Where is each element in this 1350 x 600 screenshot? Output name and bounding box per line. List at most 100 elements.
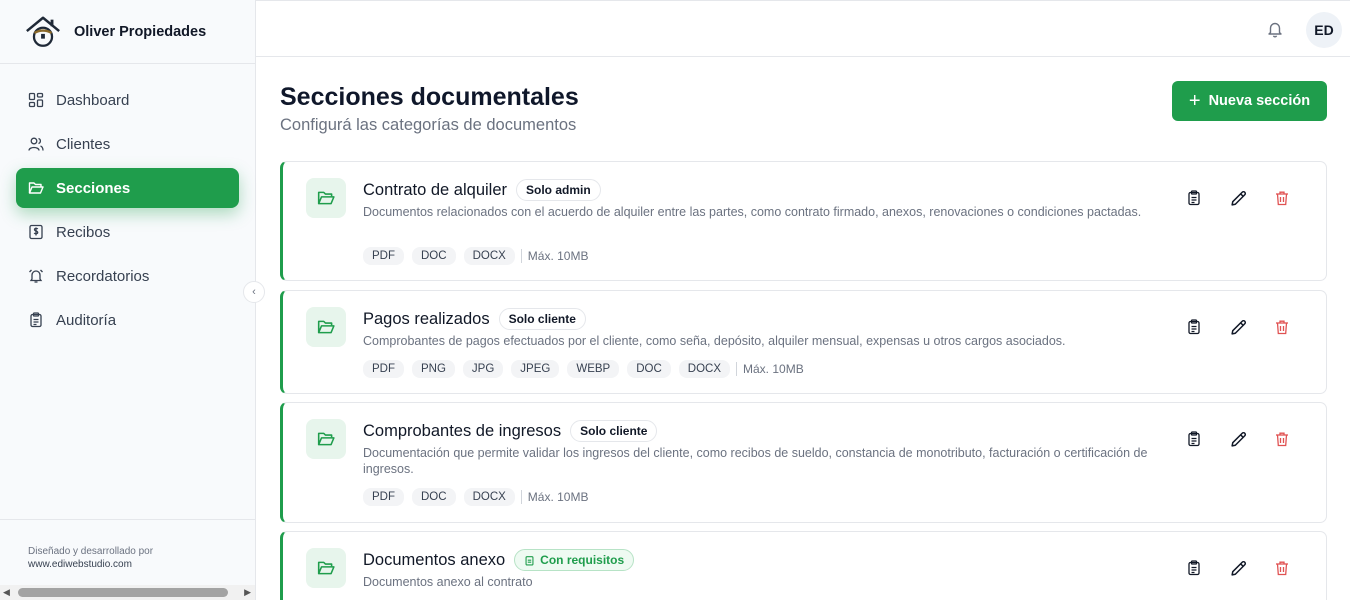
sidebar-item-auditoria[interactable]: Auditoría [16, 300, 239, 340]
format-tag: DOC [412, 488, 456, 506]
visibility-badge: Solo cliente [498, 308, 586, 330]
section-title: Contrato de alquiler [363, 180, 508, 199]
max-size: Máx. 10MB [527, 249, 589, 263]
section-actions [1160, 190, 1292, 208]
section-description: Documentos anexo al contrato [363, 575, 533, 589]
max-size: Máx. 10MB [527, 490, 589, 504]
edit-pencil-icon[interactable] [1230, 560, 1248, 578]
format-tag: PDF [363, 360, 404, 378]
trash-icon[interactable] [1274, 431, 1292, 449]
sidebar: Oliver Propiedades Dashboard Clientes Se… [0, 0, 256, 600]
folder-icon [306, 307, 346, 347]
format-tags: PDF DOC DOCX Máx. 10MB [363, 247, 588, 265]
sidebar-item-label: Clientes [56, 135, 111, 153]
brand[interactable]: Oliver Propiedades [0, 0, 255, 64]
brand-name: Oliver Propiedades [74, 23, 207, 40]
plus-icon: + [1188, 90, 1201, 112]
receipt-icon [28, 224, 44, 240]
section-card[interactable]: Documentos anexo Con requisitos Document… [280, 531, 1327, 600]
new-section-button[interactable]: + Nueva sección [1172, 81, 1327, 121]
format-tag: DOCX [678, 360, 731, 378]
trash-icon[interactable] [1274, 560, 1292, 578]
edit-pencil-icon[interactable] [1230, 431, 1248, 449]
sidebar-item-secciones[interactable]: Secciones [16, 168, 239, 208]
section-title: Pagos realizados [363, 309, 490, 328]
max-size: Máx. 10MB [743, 362, 804, 376]
divider [520, 490, 522, 504]
section-description: Documentos relacionados con el acuerdo d… [363, 205, 1142, 219]
section-card[interactable]: Pagos realizados Solo cliente Comprobant… [280, 290, 1327, 394]
avatar[interactable]: ED [1306, 12, 1342, 48]
section-title: Comprobantes de ingresos [363, 421, 562, 440]
format-tag: DOC [627, 360, 671, 378]
section-actions [1160, 560, 1292, 578]
sidebar-item-label: Recibos [56, 223, 111, 241]
divider [736, 362, 738, 376]
format-tags: PDF DOC DOCX Máx. 10MB [363, 488, 588, 506]
section-title-row: Pagos realizados Solo cliente [363, 308, 586, 330]
clipboard-icon[interactable] [1186, 560, 1204, 578]
page-subtitle: Configurá las categorías de documentos [280, 116, 577, 134]
section-description: Comprobantes de pagos efectuados por el … [363, 334, 1066, 348]
trash-icon[interactable] [1274, 319, 1292, 337]
section-card[interactable]: Contrato de alquiler Solo admin Document… [280, 161, 1327, 281]
clipboard-icon [524, 555, 535, 566]
edit-pencil-icon[interactable] [1230, 319, 1248, 337]
requirements-badge-label: Con requisitos [540, 553, 625, 567]
clipboard-icon[interactable] [1186, 319, 1204, 337]
sidebar-item-label: Recordatorios [56, 267, 150, 285]
scroll-left-icon[interactable]: ◀ [3, 587, 10, 598]
sidebar-item-label: Auditoría [56, 311, 117, 329]
section-title-row: Documentos anexo Con requisitos [363, 549, 635, 571]
visibility-badge: Solo cliente [570, 420, 658, 442]
scrollbar-thumb[interactable] [18, 588, 228, 597]
requirements-badge: Con requisitos [514, 549, 635, 571]
trash-icon[interactable] [1274, 190, 1292, 208]
clipboard-icon [28, 312, 44, 328]
house-logo-icon [24, 13, 62, 51]
format-tags: PDF PNG JPG JPEG WEBP DOC DOCX Máx. 10MB [363, 360, 804, 378]
section-title: Documentos anexo [363, 550, 506, 569]
section-description: Documentación que permite validar los in… [363, 446, 1148, 476]
credits-link[interactable]: www.ediwebstudio.com [28, 558, 255, 571]
clipboard-icon[interactable] [1186, 431, 1204, 449]
section-actions [1160, 319, 1292, 337]
section-title-row: Comprobantes de ingresos Solo cliente [363, 420, 658, 442]
credits: Diseñado y desarrollado por www.ediwebst… [0, 519, 255, 571]
format-tag: DOCX [463, 488, 515, 506]
section-title-row: Contrato de alquiler Solo admin [363, 179, 601, 201]
sidebar-item-label: Secciones [56, 179, 131, 197]
sidebar-item-clientes[interactable]: Clientes [16, 124, 239, 164]
edit-pencil-icon[interactable] [1230, 190, 1248, 208]
divider [520, 249, 522, 263]
sidebar-nav: Dashboard Clientes Secciones Recibos Rec… [0, 64, 255, 340]
format-tag: PDF [363, 247, 404, 265]
format-tag: PDF [363, 488, 404, 506]
format-tag: DOC [412, 247, 456, 265]
sidebar-item-recibos[interactable]: Recibos [16, 212, 239, 252]
new-section-button-label: Nueva sección [1208, 93, 1311, 109]
folder-icon [306, 178, 346, 218]
section-actions [1160, 431, 1292, 449]
scroll-right-icon[interactable]: ▶ [244, 587, 251, 598]
bell-icon[interactable] [1266, 20, 1284, 38]
section-card[interactable]: Comprobantes de ingresos Solo cliente Do… [280, 402, 1327, 523]
sidebar-item-recordatorios[interactable]: Recordatorios [16, 256, 239, 296]
credits-text: Diseñado y desarrollado por [28, 546, 154, 557]
dashboard-icon [28, 92, 44, 108]
sidebar-item-dashboard[interactable]: Dashboard [16, 80, 239, 120]
format-tag: DOCX [463, 247, 515, 265]
alarm-icon [28, 268, 44, 284]
users-icon [28, 136, 44, 152]
clipboard-icon[interactable] [1186, 190, 1204, 208]
page-title: Secciones documentales [280, 83, 579, 111]
format-tag: JPG [462, 360, 504, 378]
format-tag: WEBP [567, 360, 620, 378]
folder-open-icon [28, 180, 44, 196]
format-tag: JPEG [511, 360, 560, 378]
sidebar-horizontal-scrollbar[interactable]: ◀ ▶ [0, 585, 255, 600]
sidebar-item-label: Dashboard [56, 91, 130, 109]
topbar: ED [256, 0, 1350, 57]
folder-icon [306, 419, 346, 459]
visibility-badge: Solo admin [516, 179, 601, 201]
